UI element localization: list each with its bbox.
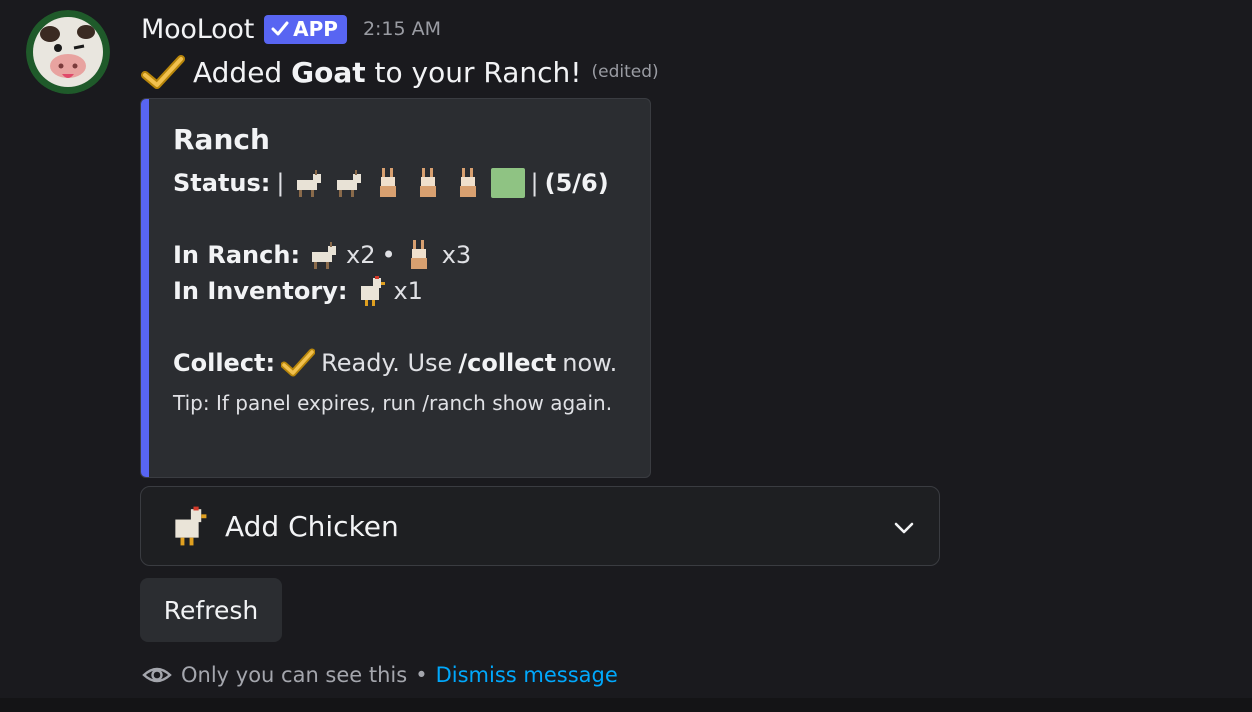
edited-indicator: (edited) xyxy=(591,62,659,82)
embed-title: Ranch xyxy=(173,123,270,156)
message-content: Added Goat to your Ranch! (edited) xyxy=(141,52,659,92)
rabbit-icon xyxy=(410,240,427,269)
app-badge: APP xyxy=(264,14,347,44)
message-header: MooLoot APP 2:15 AM xyxy=(141,10,441,48)
chicken-count: x1 xyxy=(393,277,423,305)
checkmark-icon xyxy=(281,348,316,377)
collect-label: Collect: xyxy=(173,349,276,377)
empty-slot-icon xyxy=(490,168,525,198)
separator: • xyxy=(381,241,396,269)
refresh-button[interactable]: Refresh xyxy=(140,578,282,642)
status-count: (5/6) xyxy=(544,169,609,197)
chicken-icon xyxy=(361,276,386,306)
eye-icon xyxy=(142,667,172,683)
select-label: Add Chicken xyxy=(225,509,399,543)
chicken-icon xyxy=(175,506,207,546)
bot-avatar[interactable] xyxy=(26,10,110,94)
embed-tip: Tip: If panel expires, run /ranch show a… xyxy=(173,391,613,415)
status-close: | xyxy=(530,169,539,197)
ephemeral-text: Only you can see this xyxy=(181,663,408,687)
goat-count: x2 xyxy=(346,241,376,269)
author-name[interactable]: MooLoot xyxy=(141,14,254,45)
status-open: | xyxy=(276,169,285,197)
collect-text-2: now. xyxy=(562,349,618,377)
status-row: Status: | | (5/6) xyxy=(173,165,634,201)
collect-text-1: Ready. Use xyxy=(321,349,453,377)
goat-icon xyxy=(296,170,321,197)
rabbit-count: x3 xyxy=(441,241,472,269)
rabbit-icon xyxy=(379,168,396,197)
app-badge-label: APP xyxy=(293,17,338,41)
status-label: Status: xyxy=(173,169,271,197)
add-animal-select[interactable]: Add Chicken xyxy=(140,486,940,566)
checkmark-icon xyxy=(141,55,185,89)
rabbit-icon xyxy=(419,168,436,197)
content-animal: Goat xyxy=(291,55,366,89)
chevron-down-icon xyxy=(894,522,914,534)
bot-message: MooLoot APP 2:15 AM Added Goat to your R… xyxy=(0,0,1252,712)
rabbit-icon xyxy=(459,168,476,197)
ephemeral-notice: Only you can see this • Dismiss message xyxy=(141,658,618,692)
collect-row: Collect: Ready. Use /collect now. xyxy=(173,345,634,381)
dismiss-message-link[interactable]: Dismiss message xyxy=(436,663,618,687)
inventory-row: In Inventory: x1 xyxy=(173,273,634,309)
bottom-divider xyxy=(0,698,1252,712)
in-ranch-label: In Ranch: xyxy=(173,241,301,269)
verified-check-icon xyxy=(271,21,289,36)
ephemeral-separator: • xyxy=(415,663,428,687)
content-suffix: to your Ranch! xyxy=(365,55,582,89)
collect-command[interactable]: /collect xyxy=(458,349,556,377)
inventory-label: In Inventory: xyxy=(173,277,348,305)
ranch-embed: Ranch Status: | | (5/6) In Ranch: x2 • x… xyxy=(140,98,651,478)
content-prefix: Added xyxy=(193,55,292,89)
embed-accent-bar xyxy=(141,99,149,477)
goat-icon xyxy=(336,170,361,197)
goat-icon xyxy=(312,242,337,269)
message-timestamp[interactable]: 2:15 AM xyxy=(363,18,441,40)
in-ranch-row: In Ranch: x2 • x3 xyxy=(173,237,634,273)
